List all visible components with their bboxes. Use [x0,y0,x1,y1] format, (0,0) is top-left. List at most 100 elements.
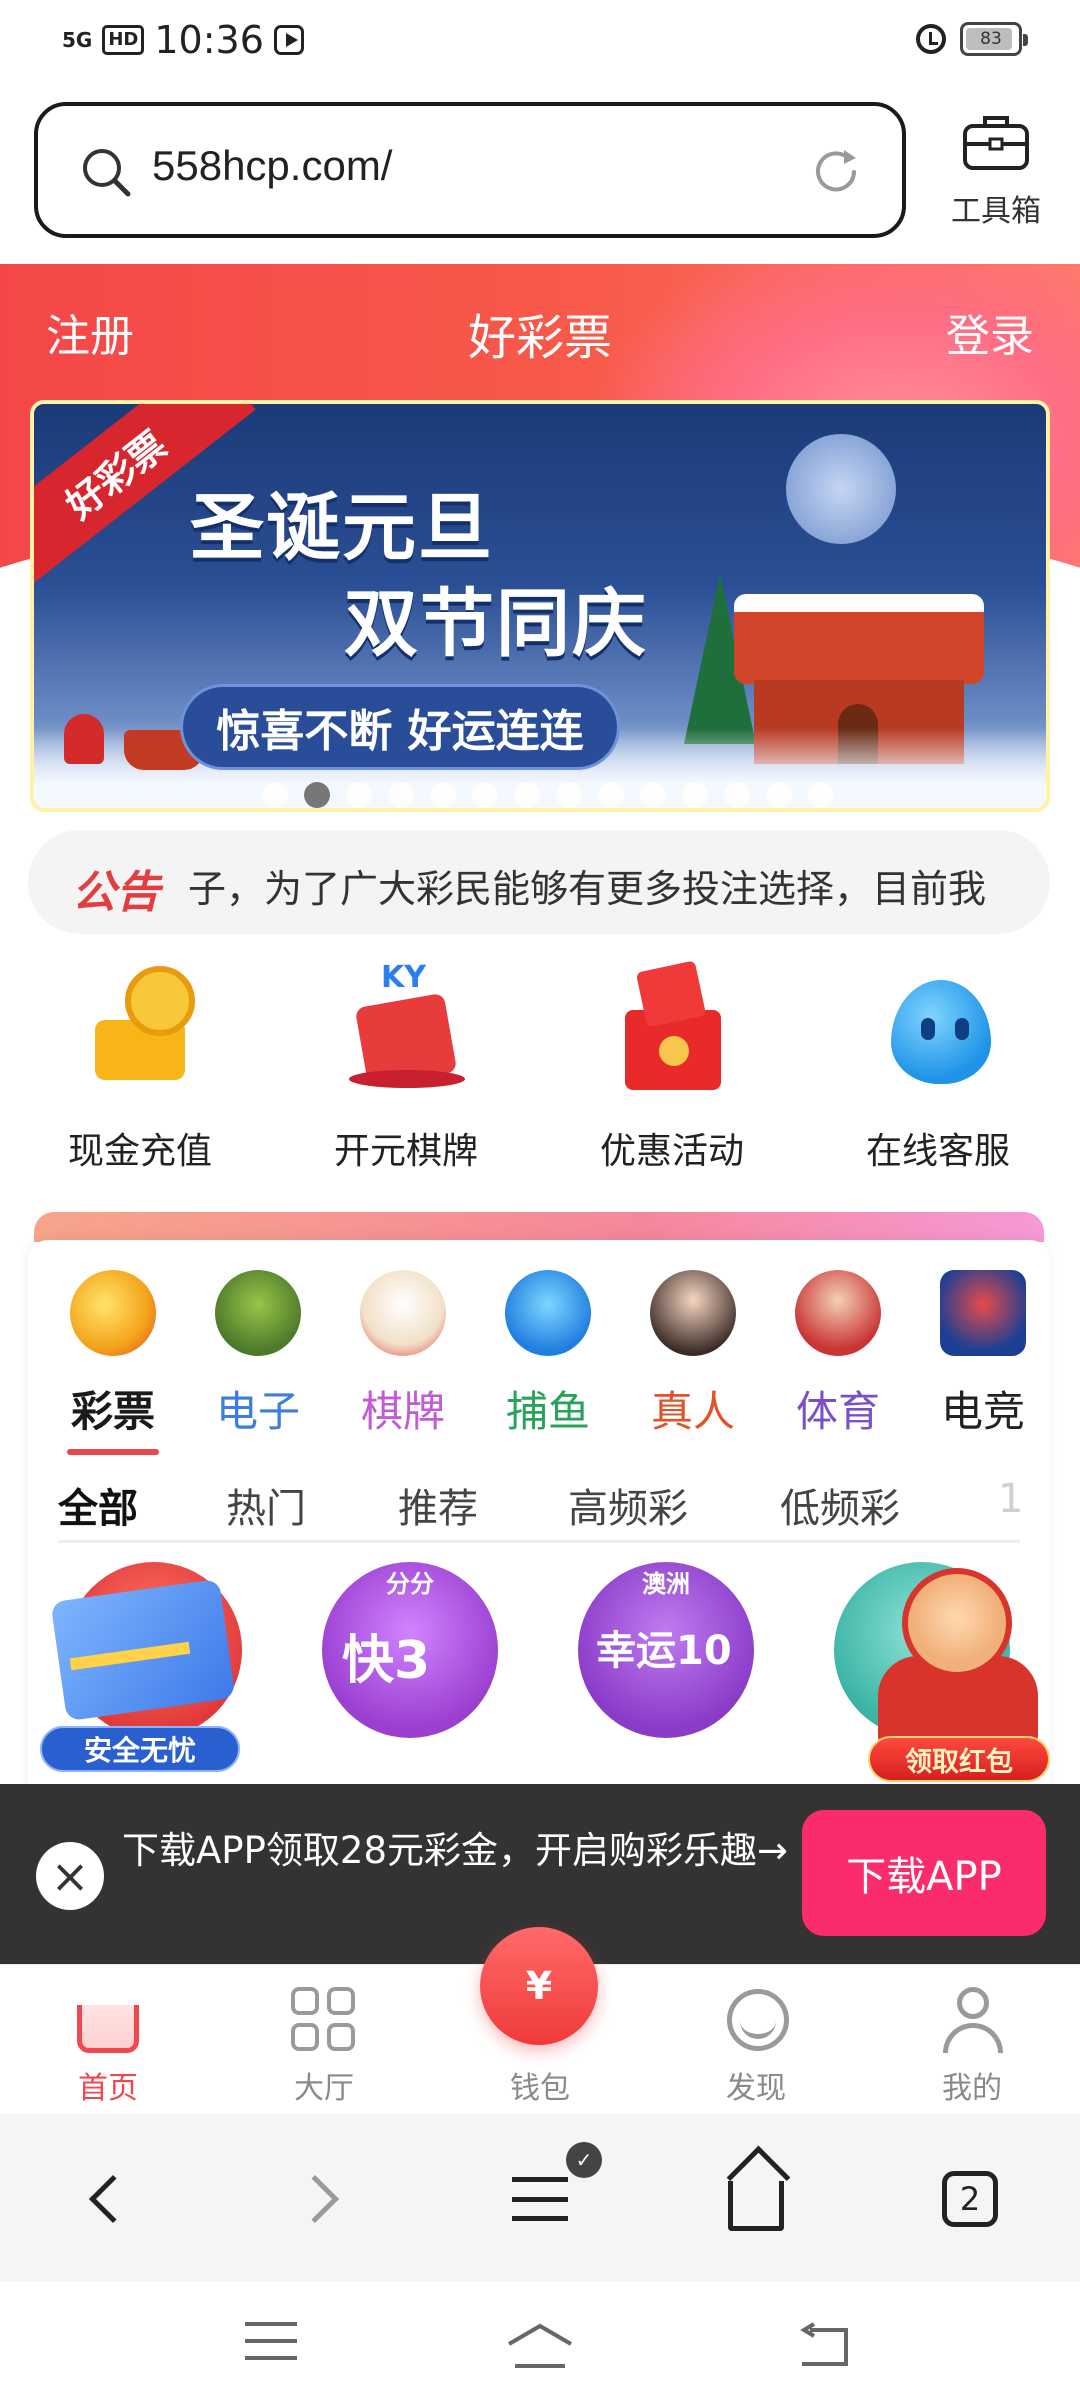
notice-text: 子，为了广大彩民能够有更多投注选择，目前我 [188,867,987,911]
carousel-dot[interactable] [766,782,792,808]
tabs-button[interactable]: 2 [930,2164,1010,2234]
sub-tab-hot[interactable]: 热门 [226,1476,306,1534]
carousel-dot[interactable] [388,782,414,808]
esports-icon [940,1270,1026,1356]
game-tag: 澳洲 [642,1570,690,1598]
category-fishing[interactable]: 捕鱼 [483,1270,613,1439]
site-title: 好彩票 [467,310,612,366]
sports-player-icon [795,1270,881,1356]
quick-action-recharge[interactable]: 现金充值 [30,960,250,1174]
grid-square [327,2023,355,2051]
toolbox-icon [963,116,1029,170]
category-chess-cards[interactable]: 棋牌 [338,1270,468,1439]
carousel-dot[interactable] [598,782,624,808]
download-app-button[interactable]: 下载APP [802,1810,1046,1936]
cash-recharge-icon [65,960,215,1100]
hd-badge: HD [102,25,145,55]
red-packet-badge-text: 领取红包 [905,1746,1013,1778]
url-text[interactable]: 558hcp.com/ [152,142,392,190]
sub-tab-high-frequency[interactable]: 高频彩 [568,1476,688,1534]
sub-tab-recommended[interactable]: 推荐 [398,1476,478,1534]
santa-figure [64,714,104,764]
sub-tab-low-frequency[interactable]: 低频彩 [780,1476,900,1534]
game-tag: 分分 [386,1570,434,1598]
status-time: 10:36 [154,18,264,62]
grid-square [291,2023,319,2051]
browser-home-icon [728,2181,784,2231]
security-card-widget[interactable]: 安全无忧 [34,1570,244,1772]
game-item-aus-lucky10[interactable]: 澳洲 幸运10 [578,1562,754,1738]
banner-headline-2: 双节同庆 [344,581,648,667]
system-back-button[interactable] [790,2322,860,2370]
quick-action-ky-poker[interactable]: KY 开元棋牌 [296,960,516,1174]
nav-hall[interactable]: 大厅 [254,1985,394,2107]
quick-action-promotions[interactable]: 优惠活动 [562,960,782,1174]
wallet-spacer [505,1985,575,2055]
ky-logo: KY [381,960,426,995]
browser-toolbar: ✓ 2 [0,2114,1080,2282]
customer-service-icon [863,960,1013,1100]
sub-tab-more[interactable]: 1 [998,1476,1023,1522]
back-button[interactable] [66,2164,146,2234]
quick-action-customer-service[interactable]: 在线客服 [828,960,1048,1174]
notice-bar[interactable]: 公告 子，为了广大彩民能够有更多投注选择，目前我 [28,830,1050,934]
promo-banner[interactable]: 好彩票 圣诞元旦 双节同庆 惊喜不断 好运连连 [30,400,1050,812]
fish-icon [505,1270,591,1356]
category-label: 电竞 [940,1387,1025,1436]
alarm-icon [916,24,946,54]
sub-tabs-divider [58,1540,1020,1543]
user-icon [937,1985,1007,2055]
tabs-icon: 2 [942,2171,998,2227]
red-packet-widget[interactable]: 领取红包 [858,1568,1058,1782]
category-esports[interactable]: 电竞 [918,1270,1048,1439]
system-menu-button[interactable] [236,2322,306,2370]
category-label: 彩票 [70,1387,155,1436]
category-lottery[interactable]: 彩票 [48,1270,178,1455]
category-live[interactable]: 真人 [628,1270,758,1439]
nav-label: 大厅 [294,2071,354,2106]
carousel-dot[interactable] [556,782,582,808]
nav-mine[interactable]: 我的 [902,1985,1042,2107]
carousel-dot[interactable] [682,782,708,808]
carousel-dot[interactable] [472,782,498,808]
carousel-dot[interactable] [640,782,666,808]
carousel-dot[interactable] [724,782,750,808]
close-button[interactable]: × [36,1842,104,1910]
menu-button[interactable] [500,2164,580,2234]
nav-label: 钱包 [510,2071,570,2106]
grid-square [327,1987,355,2015]
category-tabs: 彩票 电子 棋牌 捕鱼 真人 体育 电竞 [28,1270,1050,1455]
nav-label: 首页 [78,2071,138,2106]
carousel-dot-active[interactable] [304,782,330,808]
login-link[interactable]: 登录 [946,300,1034,364]
toolbox-button[interactable]: 工具箱 [936,112,1056,230]
category-electronic[interactable]: 电子 [193,1270,323,1439]
carousel-dot[interactable] [808,782,834,808]
banner-headline-1: 圣诞元旦 [190,485,494,571]
panel-accent [34,1212,1044,1242]
sub-tab-all[interactable]: 全部 [58,1476,138,1534]
nav-home[interactable]: 首页 [38,1985,178,2107]
category-label: 捕鱼 [505,1387,590,1436]
home-button[interactable] [716,2164,796,2234]
system-back-icon [800,2322,848,2366]
carousel-dot[interactable] [430,782,456,808]
menu-icon [512,2177,568,2221]
url-bar[interactable]: 558hcp.com/ [34,102,906,238]
grid-square [291,1987,319,2015]
reload-icon[interactable] [810,146,862,198]
download-promo-text: 下载APP领取28元彩金，开启购彩乐趣→ [122,1829,789,1872]
carousel-dot[interactable] [262,782,288,808]
system-nav-bar [0,2282,1080,2408]
carousel-dot[interactable] [346,782,372,808]
forward-arrow-icon [290,2174,340,2224]
system-home-button[interactable] [505,2322,575,2370]
nav-discover[interactable]: 发现 [686,1985,826,2107]
nav-wallet[interactable]: 钱包 [470,1985,610,2107]
forward-button[interactable] [282,2164,362,2234]
toolbox-label: 工具箱 [951,194,1041,229]
carousel-dot[interactable] [514,782,540,808]
game-item-fenfen-k3[interactable]: 分分 快3 [322,1562,498,1738]
download-app-label: 下载APP [846,1854,1002,1900]
category-sports[interactable]: 体育 [773,1270,903,1439]
